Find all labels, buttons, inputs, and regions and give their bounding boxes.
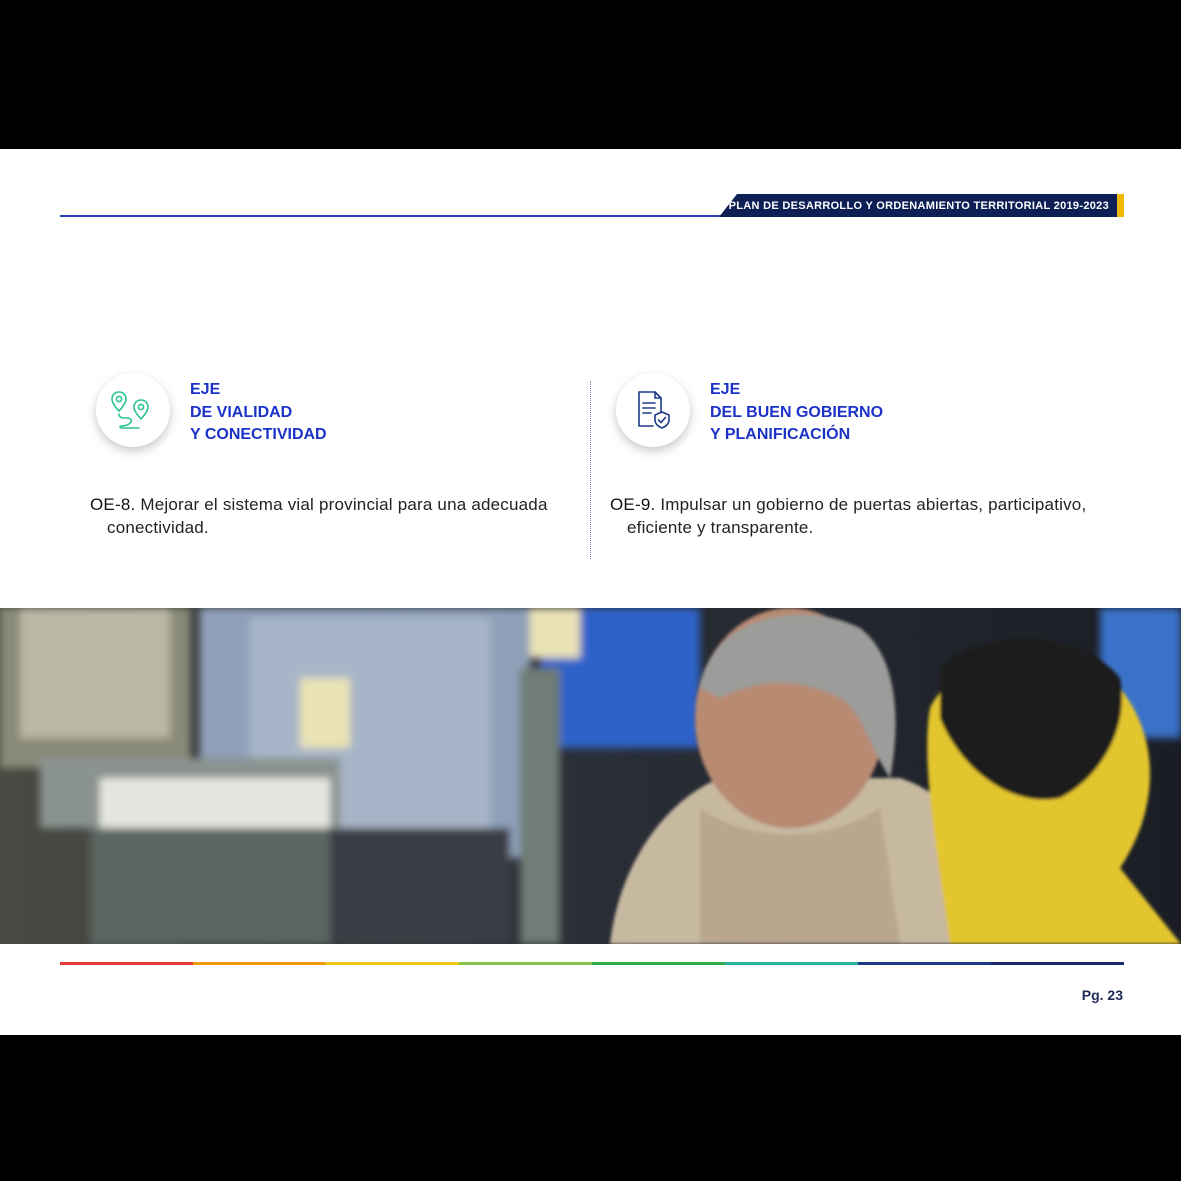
header-banner: PLAN DE DESARROLLO Y ORDENAMIENTO TERRIT… xyxy=(719,194,1117,217)
objective-code: OE-8. xyxy=(90,495,136,514)
color-segment xyxy=(991,962,1124,965)
header-accent-bar xyxy=(1117,194,1124,217)
participants-photo xyxy=(0,608,1181,944)
axis-title-line: DE VIALIDAD xyxy=(190,403,293,421)
column-divider xyxy=(590,381,591,559)
color-segment xyxy=(725,962,858,965)
color-segment xyxy=(592,962,725,965)
document-title: PLAN DE DESARROLLO Y ORDENAMIENTO TERRIT… xyxy=(728,199,1109,212)
objective-text: OE-8. Mejorar el sistema vial provincial… xyxy=(90,493,587,539)
axis-title-line: EJE xyxy=(710,381,741,398)
footer-color-rule xyxy=(60,962,1124,965)
document-page: PLAN DE DESARROLLO Y ORDENAMIENTO TERRIT… xyxy=(0,149,1181,1035)
axis-title-line: Y PLANIFICACIÓN xyxy=(710,426,851,443)
map-route-icon xyxy=(96,373,170,447)
axis-title-line: DEL BUEN GOBIERNO xyxy=(710,403,884,421)
axis-title-line: EJE xyxy=(190,381,221,398)
axis-title: EJE DE VIALIDAD Y CONECTIVIDAD xyxy=(190,379,327,447)
objective-description: Impulsar un gobierno de puertas abiertas… xyxy=(627,495,1087,537)
color-segment xyxy=(193,962,326,965)
axis-title-line: Y CONECTIVIDAD xyxy=(190,426,327,443)
objective-description: Mejorar el sistema vial provincial para … xyxy=(107,495,548,537)
color-segment xyxy=(60,962,193,965)
color-segment xyxy=(459,962,592,965)
axis-title: EJE DEL BUEN GOBIERNO Y PLANIFICACIÓN xyxy=(710,379,883,447)
document-shield-icon xyxy=(616,373,690,447)
objective-text: OE-9. Impulsar un gobierno de puertas ab… xyxy=(610,493,1107,539)
color-segment xyxy=(326,962,459,965)
objective-code: OE-9. xyxy=(610,495,656,514)
color-segment xyxy=(858,962,991,965)
page-number: Pg. 23 xyxy=(1081,987,1123,1003)
